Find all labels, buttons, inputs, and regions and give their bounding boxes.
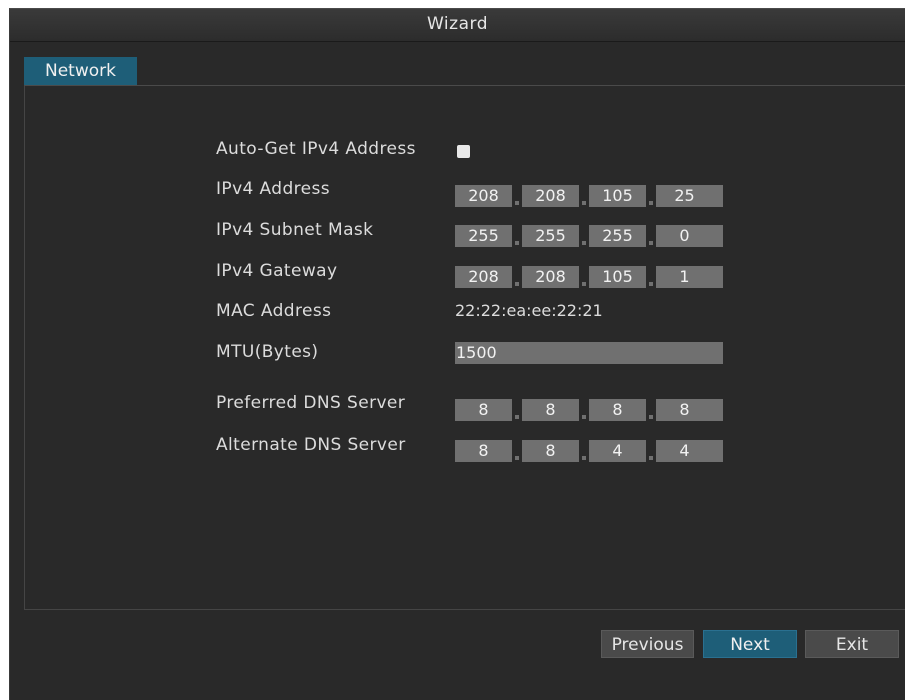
gateway-octet-4[interactable]: 1 (656, 266, 713, 288)
auto-get-label: Auto-Get IPv4 Address (216, 139, 416, 159)
ipv4-address-octet-3[interactable]: 105 (589, 185, 646, 207)
octet-separator (512, 399, 522, 421)
tab-network[interactable]: Network (24, 57, 137, 85)
alternate-dns-octet-4[interactable]: 4 (656, 440, 713, 462)
mtu-input[interactable]: 1500 (455, 342, 723, 364)
subnet-mask-octet-3[interactable]: 255 (589, 225, 646, 247)
octet-separator (579, 440, 589, 462)
octet-separator (512, 225, 522, 247)
subnet-mask-label: IPv4 Subnet Mask (216, 220, 374, 240)
ipv4-address-octet-2[interactable]: 208 (522, 185, 579, 207)
wizard-window: Wizard Network Auto-Get IPv4 Address IPv… (9, 8, 905, 700)
ipv4-address-octet-4[interactable]: 25 (656, 185, 713, 207)
preferred-dns-label: Preferred DNS Server (216, 393, 406, 413)
octet-separator (512, 266, 522, 288)
subnet-mask-octet-4[interactable]: 0 (656, 225, 713, 247)
alternate-dns-octet-3[interactable]: 4 (589, 440, 646, 462)
alternate-dns-input[interactable]: 8 8 4 4 (455, 440, 723, 462)
title-bar: Wizard (10, 9, 905, 42)
preferred-dns-octet-1[interactable]: 8 (455, 399, 512, 421)
gateway-input[interactable]: 208 208 105 1 (455, 266, 723, 288)
alternate-dns-octet-2[interactable]: 8 (522, 440, 579, 462)
mtu-label: MTU(Bytes) (216, 342, 319, 362)
gateway-octet-2[interactable]: 208 (522, 266, 579, 288)
network-panel: Auto-Get IPv4 Address IPv4 Address 208 2… (24, 86, 905, 610)
window-title: Wizard (427, 14, 488, 34)
octet-separator (646, 266, 656, 288)
octet-separator (646, 225, 656, 247)
octet-separator (646, 185, 656, 207)
subnet-mask-input[interactable]: 255 255 255 0 (455, 225, 723, 247)
exit-button[interactable]: Exit (805, 630, 899, 658)
alternate-dns-label: Alternate DNS Server (216, 435, 406, 455)
gateway-octet-1[interactable]: 208 (455, 266, 512, 288)
preferred-dns-octet-2[interactable]: 8 (522, 399, 579, 421)
subnet-mask-octet-1[interactable]: 255 (455, 225, 512, 247)
mac-address-label: MAC Address (216, 301, 332, 321)
preferred-dns-octet-3[interactable]: 8 (589, 399, 646, 421)
mac-address-value: 22:22:ea:ee:22:21 (455, 301, 603, 320)
octet-separator (579, 399, 589, 421)
preferred-dns-input[interactable]: 8 8 8 8 (455, 399, 723, 421)
octet-separator (646, 399, 656, 421)
gateway-label: IPv4 Gateway (216, 261, 338, 281)
octet-separator (646, 440, 656, 462)
alternate-dns-octet-1[interactable]: 8 (455, 440, 512, 462)
ipv4-address-input[interactable]: 208 208 105 25 (455, 185, 723, 207)
ipv4-address-octet-1[interactable]: 208 (455, 185, 512, 207)
auto-get-checkbox[interactable] (457, 145, 470, 158)
previous-button[interactable]: Previous (601, 630, 694, 658)
octet-separator (512, 185, 522, 207)
subnet-mask-octet-2[interactable]: 255 (522, 225, 579, 247)
preferred-dns-octet-4[interactable]: 8 (656, 399, 713, 421)
octet-separator (579, 185, 589, 207)
octet-separator (579, 266, 589, 288)
next-button[interactable]: Next (703, 630, 797, 658)
ipv4-address-label: IPv4 Address (216, 179, 331, 199)
octet-separator (579, 225, 589, 247)
octet-separator (512, 440, 522, 462)
gateway-octet-3[interactable]: 105 (589, 266, 646, 288)
